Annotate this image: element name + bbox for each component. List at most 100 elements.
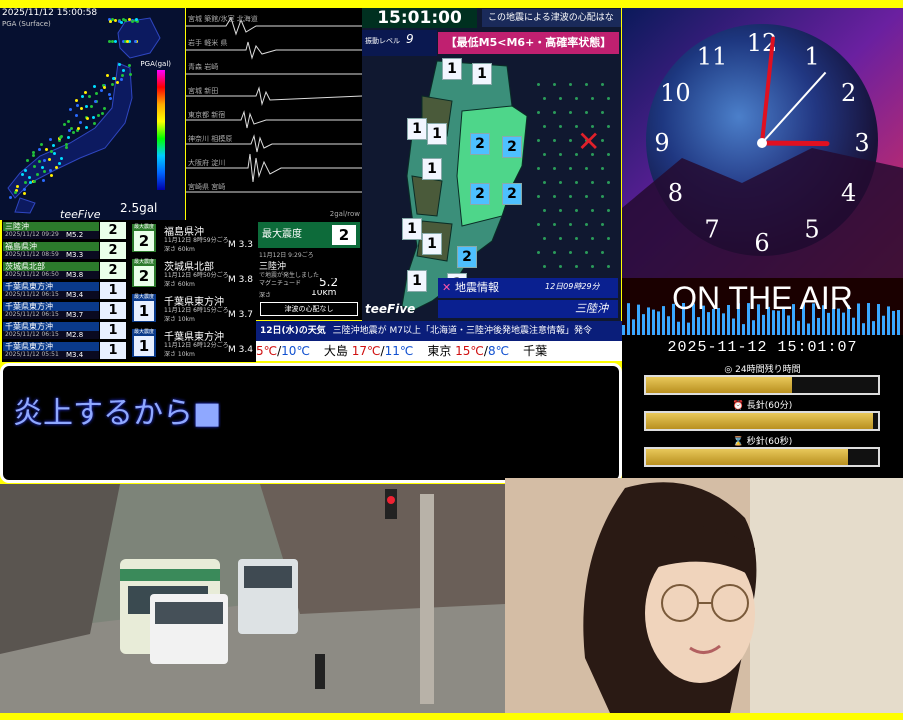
shindo-marker: 1 [407,118,427,140]
sensor-dot [31,153,35,157]
card-magnitude: M 3.7 [228,310,253,320]
progress-fill [646,449,848,465]
card-date: 11月12日 6時15分ごろ [164,307,229,314]
sensor-dot [120,73,124,77]
badge-title: 最大震度 [133,294,154,300]
tsunami-notice: この地震による津波の心配はなし [482,9,621,27]
sensor-dot [88,94,92,98]
weather-header: 12日(水)の天気 三陸沖地震が M7以上「北海道・三陸沖後発地震注意情報」発令 [256,321,622,341]
station-name: 神奈川 相模原 [188,135,233,143]
ocean-dot [553,139,556,142]
sensor-dot [112,76,116,80]
sensor-dot [20,172,24,176]
quake-cards: 最大震度 2 福島県沖 11月12日 8時59分ごろ 深さ 60km M 3.3 最大震度 2… [128,220,256,362]
news-ticker: 三陸沖地震が M7以上「北海道・三陸沖後発地震注意情報」発令 [332,326,592,336]
audio-bar [657,311,660,335]
audio-bar [882,315,885,335]
audio-bar [807,323,810,335]
waveform-panel: 宮城 築館/氷室 北海道 岩手 軽米 県青森 岩崎 宮城 新田 東京都 新宿 神奈川 相… [186,8,362,220]
shindo-badge: 最大震度 2 [132,259,156,287]
ocean-dot [585,195,588,198]
sensor-dot [42,158,46,162]
sensor-dot [16,184,20,188]
quake-shindo: 1 [100,322,126,339]
ocean-dot [537,83,540,86]
audio-bar [877,304,880,335]
ocean-dot [553,167,556,170]
ocean-dot [569,223,572,226]
card-date: 11月12日 6時12分ごろ [164,342,229,349]
ocean-dot [559,181,562,184]
portrait-photo [505,478,903,713]
quake-magnitude: M3.7 [66,311,84,319]
sensor-dot [75,103,79,107]
station-name: 東京都 新宿 [188,111,226,119]
shindo-badge: 最大震度 1 [132,294,156,322]
sensor-dot [8,196,12,200]
ocean-dot [569,83,572,86]
sensor-dot [45,147,49,151]
badge-title: 最大震度 [133,259,154,265]
intensity-map-panel: 15:01:00 この地震による津波の心配はなし 振動レベル 9 【最低M5<M6… [362,8,621,323]
quake-magnitude: M3.4 [66,291,84,299]
sensor-dot [110,83,114,87]
shindo-marker: 1 [442,58,462,80]
badge-value: 2 [134,231,154,251]
ocean-dot [585,167,588,170]
quake-date: 2025/11/12 09:29 [3,231,99,239]
sensor-dot [91,116,95,120]
card-magnitude: M 3.4 [228,345,253,355]
quake-place: 福島県沖 [3,242,99,251]
quake-card: 最大震度 1 千葉県東方沖 11月12日 6時15分ごろ 深さ 10km M 3.7 [128,292,256,324]
detail-depth: 深さ 10km [259,290,359,299]
clock-number: 2 [841,79,856,107]
audio-bar [857,303,860,335]
ocean-dot [543,237,546,240]
sensor-dot [120,78,123,81]
quake-list-item: 福島県沖 2025/11/12 08:59 M3.3 2 [2,242,128,259]
quake-shindo: 1 [100,302,126,319]
clock-number: 9 [654,129,669,157]
wave-scale: 2gal/row [329,210,360,218]
quake-magnitude: M5.2 [66,231,84,239]
weather-city: 大島 [323,344,348,358]
detail-date: 11月12日 9:29ごろ [259,252,314,259]
tsunami-status: 津波の心配なし [260,302,358,316]
ocean-dot [543,209,546,212]
quake-magnitude: M2.8 [66,331,84,339]
clock-number: 4 [841,179,856,207]
ocean-dot [569,251,572,254]
badge-title: 最大震度 [133,329,154,335]
sensor-dot [117,62,121,66]
shindo-marker: 2 [470,183,490,205]
ocean-dot [543,97,546,100]
magnitude-label: マグニチュード [259,280,302,287]
shindo-marker: 2 [470,133,490,155]
audio-bar [852,317,855,335]
card-date: 11月12日 8時59分ごろ [164,237,229,244]
audio-bar [892,310,895,335]
quake-list-item: 千葉県東方沖 2025/11/12 06:15 M3.4 1 [2,282,128,299]
sensor-dot [42,169,46,173]
badge-title: 最大震度 [133,224,154,230]
progress-bar [644,411,880,431]
ocean-dot [575,265,578,268]
ocean-dot [601,167,604,170]
quake-list-item: 千葉県東方沖 2025/11/12 06:15 M2.8 1 [2,322,128,339]
audio-bar [887,306,890,335]
ocean-dot [553,83,556,86]
audio-bar [662,306,665,335]
woman-portrait-image [505,478,903,713]
quake-place: 千葉県東方沖 [3,342,99,351]
ocean-dot [601,111,604,114]
sensor-dot [125,39,129,43]
ocean-dot [537,251,540,254]
sensor-dot [89,104,93,108]
max-intensity-label: 最大震度 [262,229,302,240]
quake-place: 千葉県東方沖 [3,322,99,331]
audio-bar [697,317,700,335]
quake-date: 2025/11/12 06:15 [3,331,99,339]
sensor-dot [108,96,112,100]
card-depth: 深さ 10km [164,351,195,358]
gal-value: 2.5gal [120,201,158,215]
